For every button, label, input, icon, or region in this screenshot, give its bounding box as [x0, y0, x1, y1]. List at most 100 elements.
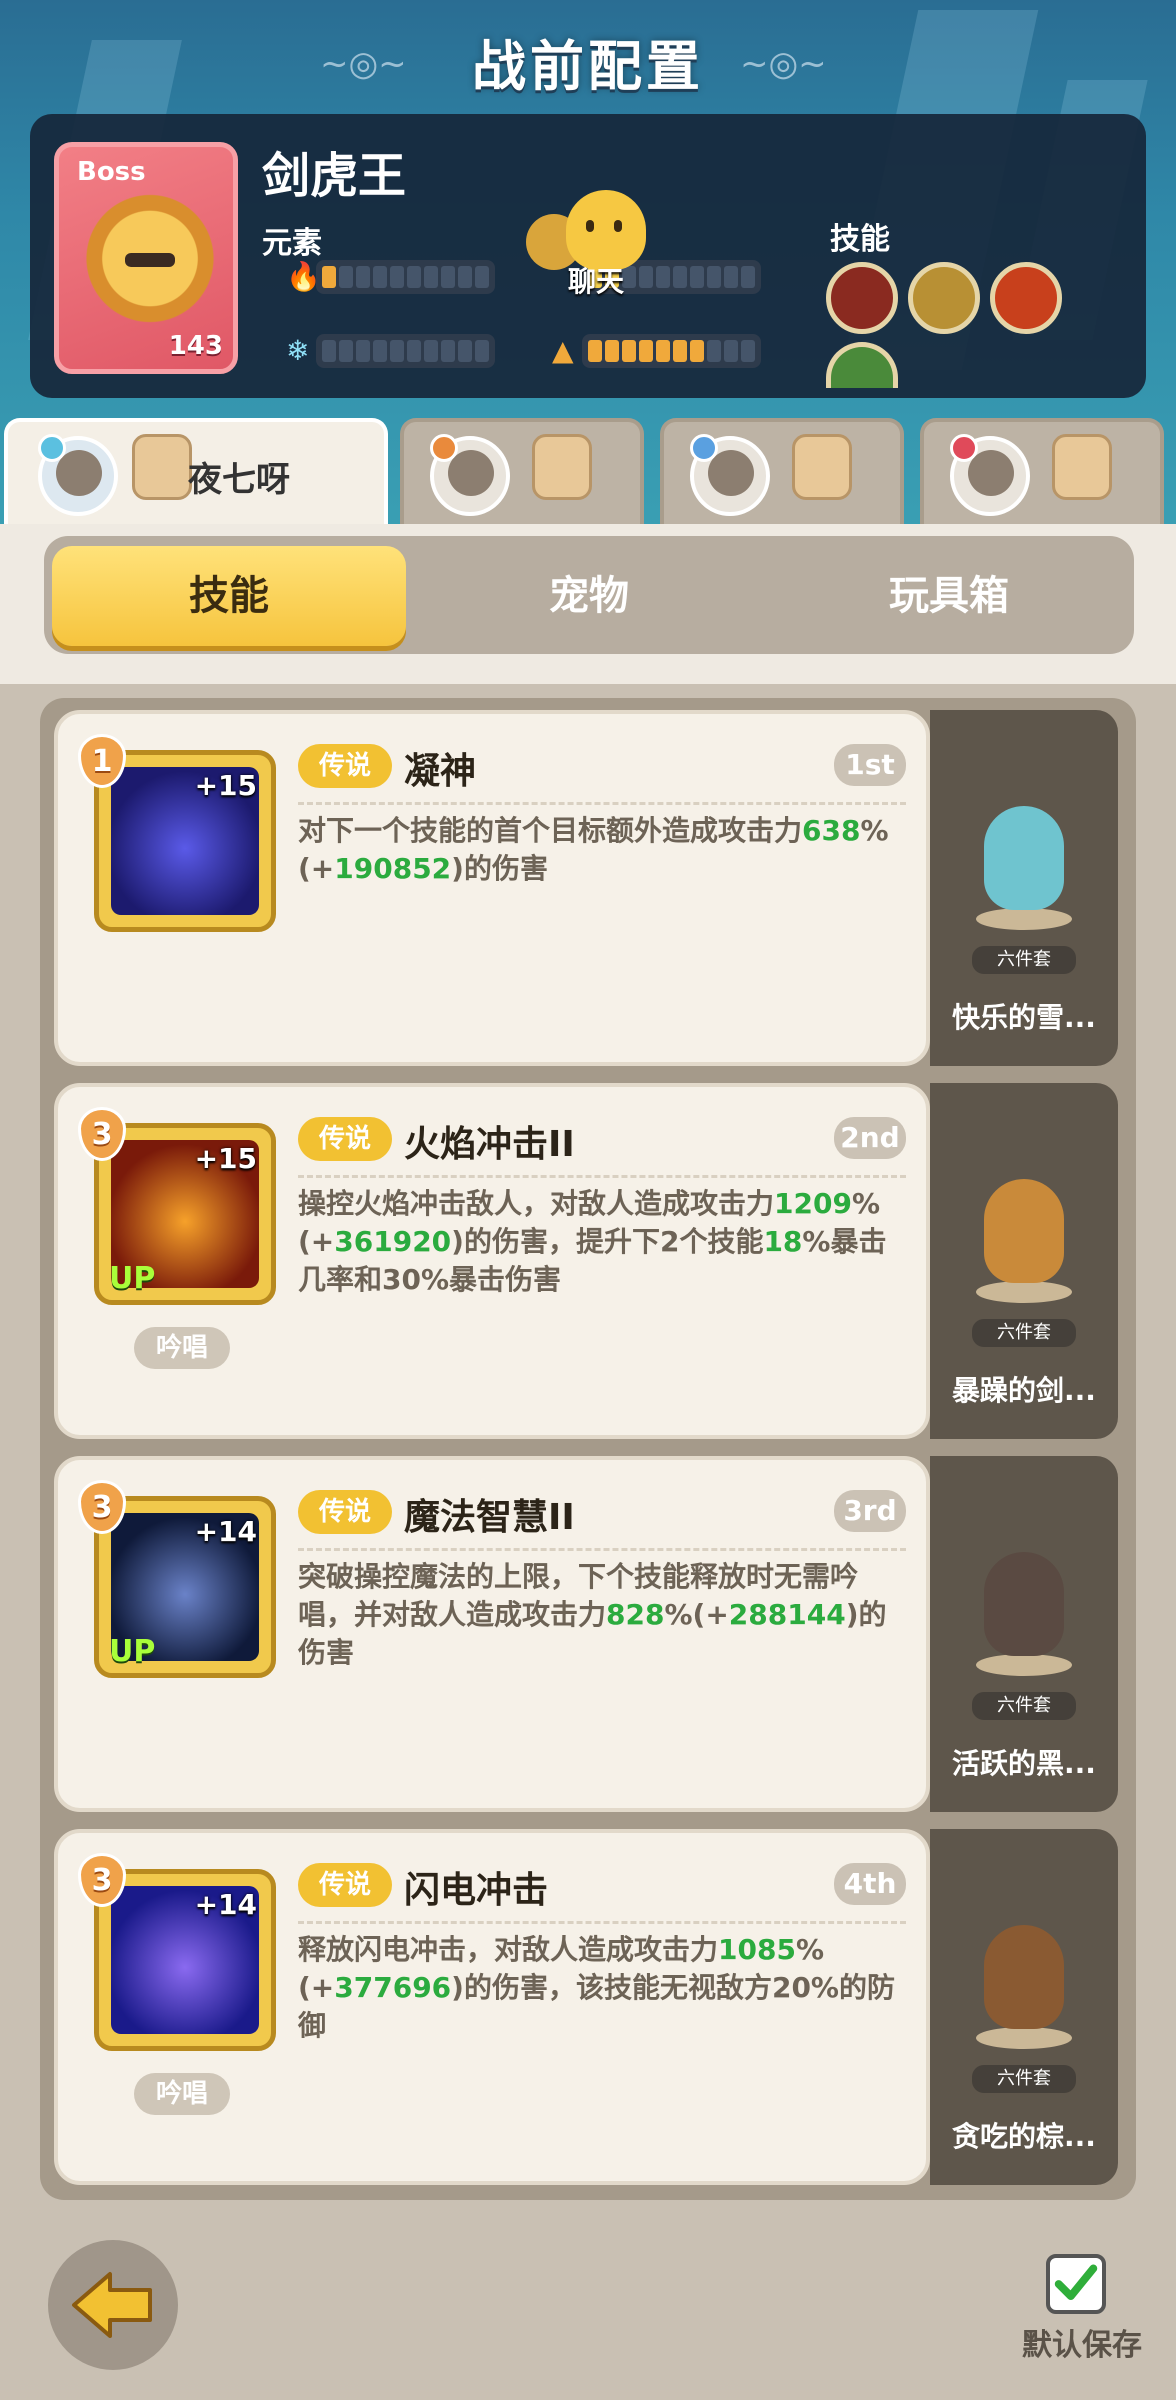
description-part: 18: [763, 1225, 803, 1258]
skill-plus-level: +15: [194, 1142, 257, 1175]
pet-figure-icon: [968, 796, 1080, 930]
pet-slot[interactable]: 六件套 快乐的雪...: [930, 710, 1118, 1066]
ready-hand-icon: [792, 434, 852, 500]
pet-pedestal: [976, 908, 1072, 930]
divider: [298, 1921, 906, 1924]
skill-icon-frame[interactable]: +14 UP: [94, 1496, 276, 1678]
divider: [298, 1548, 906, 1551]
boss-level: 143: [168, 331, 223, 361]
element-level-segment: [707, 266, 721, 288]
pet-body: [984, 1179, 1064, 1283]
element-level-segment: [322, 266, 336, 288]
element-level-segment: [622, 340, 636, 362]
class-badge-icon: [38, 434, 66, 462]
class-badge-icon: [690, 434, 718, 462]
pet-name: 活跃的黑...: [952, 1747, 1096, 1780]
boss-name: 剑虎王: [262, 148, 407, 204]
ready-hand-icon: [132, 434, 192, 500]
element-level-segment: [356, 340, 370, 362]
tab-pets[interactable]: 宠物: [412, 546, 766, 646]
player-tab-1[interactable]: 夜七呀: [4, 418, 388, 528]
chat-button[interactable]: 聊天: [526, 190, 656, 310]
pet-pedestal: [976, 1654, 1072, 1676]
boss-tag: Boss: [77, 157, 146, 187]
chat-emoji-icon: [566, 190, 646, 270]
pet-name: 贪吃的棕...: [952, 2120, 1096, 2153]
beast-skill-icon[interactable]: [908, 262, 980, 334]
set-tag: 六件套: [972, 1319, 1076, 1347]
skill-icon-frame[interactable]: +15 UP: [94, 1123, 276, 1305]
skill-order-badge: 4th: [834, 1863, 906, 1905]
skill-description: 突破操控魔法的上限，下个技能释放时无需吟唱，并对敌人造成攻击力828%(+288…: [298, 1558, 906, 1672]
description-part: 377696: [334, 1971, 452, 2004]
element-level-segment: [475, 340, 489, 362]
skill-card[interactable]: +15 UP 3 吟唱 传说 火焰冲击II 2nd 操控火焰冲击敌人，对敌人造成…: [54, 1083, 930, 1439]
pet-slot[interactable]: 六件套 暴躁的剑...: [930, 1083, 1118, 1439]
element-level-segment: [605, 340, 619, 362]
description-part: 828: [606, 1598, 665, 1631]
tab-skills[interactable]: 技能: [52, 546, 406, 646]
skill-name: 火焰冲击II: [404, 1124, 575, 1165]
skill-card[interactable]: +14 UP 3 传说 魔法智慧II 3rd 突破操控魔法的上限，下个技能释放时…: [54, 1456, 930, 1812]
default-save-checkbox[interactable]: [1046, 2254, 1106, 2314]
slash-skill-icon[interactable]: [990, 262, 1062, 334]
skill-card[interactable]: +14 3 吟唱 传说 闪电冲击 4th 释放闪电冲击，对敌人造成攻击力1085…: [54, 1829, 930, 2185]
player-tab-2[interactable]: [400, 418, 644, 528]
earth-icon: ▲: [552, 334, 574, 367]
bite-skill-icon[interactable]: [826, 262, 898, 334]
element-level-segment: [424, 340, 438, 362]
boss-portrait[interactable]: Boss 143: [54, 142, 238, 374]
element-level-segment: [373, 340, 387, 362]
element-level-segment: [741, 340, 755, 362]
element-level-segment: [356, 266, 370, 288]
pet-figure-icon: [968, 1169, 1080, 1303]
rarity-badge: 传说: [298, 1863, 392, 1907]
description-part: )的伤害: [451, 852, 548, 885]
earth-element-bar: [582, 334, 761, 368]
pet-slot[interactable]: 六件套 贪吃的棕...: [930, 1829, 1118, 2185]
set-tag: 六件套: [972, 946, 1076, 974]
set-tag: 六件套: [972, 2065, 1076, 2093]
element-level-segment: [424, 266, 438, 288]
skill-plus-level: +14: [194, 1515, 257, 1548]
element-level-segment: [441, 266, 455, 288]
description-part: 638: [802, 814, 861, 847]
skill-order-badge: 2nd: [834, 1117, 906, 1159]
skill-icon-frame[interactable]: +14: [94, 1869, 276, 2051]
back-button[interactable]: [48, 2240, 178, 2370]
element-level-segment: [673, 340, 687, 362]
pet-name: 快乐的雪...: [952, 1001, 1096, 1034]
player-tab-3[interactable]: [660, 418, 904, 528]
pet-body: [984, 806, 1064, 910]
pet-slot[interactable]: 六件套 活跃的黑...: [930, 1456, 1118, 1812]
skill-card[interactable]: +15 1 传说 凝神 1st 对下一个技能的首个目标额外造成攻击力638%(+…: [54, 710, 930, 1066]
player-tab-4[interactable]: [920, 418, 1164, 528]
skill-name: 凝神: [404, 751, 477, 792]
category-tabs: 技能 宠物 玩具箱: [44, 536, 1134, 654]
pet-pedestal: [976, 2027, 1072, 2049]
upgrade-up-icon: UP: [109, 1634, 156, 1669]
description-part: 190852: [334, 852, 452, 885]
element-level-segment: [458, 266, 472, 288]
skill-plus-level: +14: [194, 1888, 257, 1921]
pet-name: 暴躁的剑...: [952, 1374, 1096, 1407]
skill-plus-level: +15: [194, 769, 257, 802]
leaf-skill-icon[interactable]: [826, 342, 898, 388]
chant-badge: 吟唱: [134, 1327, 230, 1369]
chant-badge: 吟唱: [134, 2073, 230, 2115]
ready-hand-icon: [1052, 434, 1112, 500]
element-level-segment: [322, 340, 336, 362]
element-level-segment: [458, 340, 472, 362]
page-title: 战前配置: [472, 35, 704, 98]
skill-description: 操控火焰冲击敌人，对敌人造成攻击力1209%(+361920)的伤害，提升下2个…: [298, 1185, 906, 1299]
element-level-segment: [673, 266, 687, 288]
divider: [298, 1175, 906, 1178]
tab-toybox[interactable]: 玩具箱: [772, 546, 1126, 646]
pet-pedestal: [976, 1281, 1072, 1303]
skill-order-badge: 3rd: [834, 1490, 906, 1532]
skill-icon-frame[interactable]: +15: [94, 750, 276, 932]
element-level-segment: [724, 340, 738, 362]
skill-name: 魔法智慧II: [404, 1497, 575, 1538]
class-badge-icon: [950, 434, 978, 462]
description-part: 1085: [718, 1933, 796, 1966]
